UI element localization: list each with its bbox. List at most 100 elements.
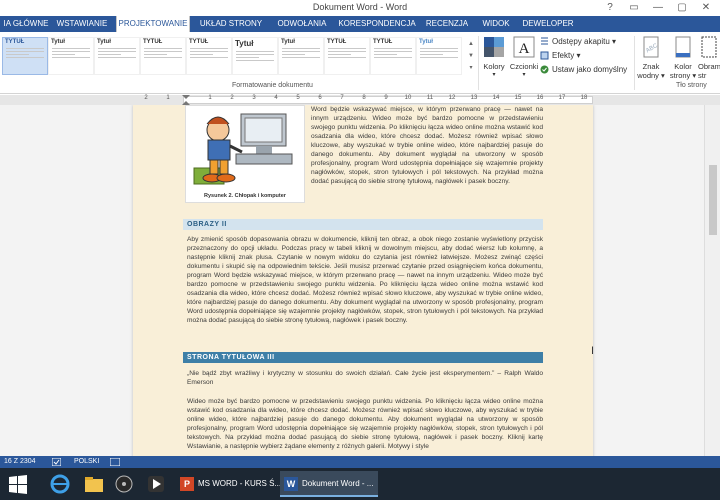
quote-paragraph[interactable]: „Nie bądź zbyt wrażliwy i krytyczny w st… <box>187 369 543 389</box>
tab-home[interactable]: IA GŁÓWNE <box>0 16 52 32</box>
ruler-number: 16 <box>536 95 544 101</box>
text-cursor-icon: I <box>591 345 595 357</box>
media-app-icon[interactable] <box>144 472 168 496</box>
minimize-button[interactable]: — <box>646 0 670 16</box>
tab-insert[interactable]: WSTAWIANIE <box>52 16 112 32</box>
style-gallery-item[interactable]: TYTUŁ <box>186 37 232 75</box>
kolory-button[interactable]: Kolory ▾ <box>480 36 508 80</box>
horizontal-ruler[interactable]: 2 1 1 2 3 4 5 6 7 8 9 10 11 12 13 14 15 … <box>0 95 720 105</box>
page-color-icon <box>675 36 691 58</box>
document-workspace[interactable]: Rysunek 2. Chłopak i komputer Word będzi… <box>0 105 720 456</box>
obramowanie-label: Obram str <box>698 62 720 80</box>
znak-wodny-label: Znak wodny ▾ <box>637 62 665 80</box>
group-label-formatowanie: Formatowanie dokumentu <box>232 82 313 89</box>
paragraph-strona-tytulowa[interactable]: Wideo może być bardzo pomocne w przedsta… <box>187 397 543 453</box>
ribbon-display-button[interactable]: ▭ <box>622 0 646 16</box>
status-bar: 16 Z 2304 POLSKI <box>0 456 720 468</box>
separator <box>634 36 635 90</box>
style-gallery-item[interactable]: TYTUŁ <box>140 37 186 75</box>
znak-wodny-button[interactable]: ABC Znak wodny ▾ <box>636 36 666 80</box>
style-gallery-item[interactable]: Tytuł <box>48 37 94 75</box>
taskbar-app-word[interactable]: W Dokument Word - ... <box>280 471 378 497</box>
ruler-number: 17 <box>558 95 566 101</box>
windows-start-icon[interactable] <box>6 472 30 496</box>
heading-obrazy[interactable]: OBRAZY II <box>183 219 543 230</box>
chevron-down-icon: ▾ <box>522 72 526 78</box>
style-gallery-item[interactable]: TYTUŁ <box>324 37 370 75</box>
boy-computer-illustration <box>193 113 293 185</box>
vertical-scrollbar[interactable] <box>704 105 720 456</box>
taskbar: P MS WORD - KURS Ś... W Dokument Word - … <box>0 468 720 500</box>
ruler-number: 1 <box>208 95 212 101</box>
ruler-number: 8 <box>362 95 366 101</box>
style-gallery-item[interactable]: TYTUŁ <box>370 37 416 75</box>
separator <box>478 36 479 90</box>
media-player-icon[interactable] <box>112 472 136 496</box>
effects-icon <box>540 51 549 60</box>
kolor-strony-button[interactable]: Kolor strony ▾ <box>668 36 698 80</box>
ruler-number: 12 <box>448 95 456 101</box>
ruler-number: 3 <box>252 95 256 101</box>
obramowanie-button[interactable]: Obram str <box>698 36 720 80</box>
ribbon-design: TYTUŁ Tytuł Tytuł TYTUŁ TYTUŁ Tytuł Tytu… <box>0 32 720 94</box>
proofing-icon[interactable] <box>52 458 61 466</box>
ruler-number: 1 <box>166 95 170 101</box>
document-page[interactable]: Rysunek 2. Chłopak i komputer Word będzi… <box>133 105 593 456</box>
file-explorer-icon[interactable] <box>82 472 106 496</box>
scrollbar-thumb[interactable] <box>709 165 717 235</box>
efekty-button[interactable]: Efekty ▾ <box>540 50 580 62</box>
kolor-strony-label: Kolor strony ▾ <box>669 62 697 80</box>
tab-review[interactable]: RECENZJA <box>422 16 472 32</box>
tab-layout[interactable]: UKŁAD STRONY <box>196 16 266 32</box>
ruler-number: 6 <box>318 95 322 101</box>
czcionki-button[interactable]: A Czcionki ▾ <box>508 36 540 80</box>
indent-marker-icon[interactable] <box>182 95 190 105</box>
ruler-number: 10 <box>404 95 412 101</box>
ruler-number: 5 <box>296 95 300 101</box>
style-gallery-item[interactable]: TYTUŁ <box>2 37 48 75</box>
chevron-down-icon: ▾ <box>492 72 496 78</box>
tab-references[interactable]: ODWOŁANIA <box>270 16 334 32</box>
font-icon: A <box>513 36 535 58</box>
ruler-number: 18 <box>580 95 588 101</box>
internet-explorer-icon[interactable] <box>48 472 72 496</box>
heading-strona-tytulowa[interactable]: STRONA TYTUŁOWA III <box>183 352 543 363</box>
figure-boy-computer[interactable]: Rysunek 2. Chłopak i komputer <box>185 105 305 203</box>
style-gallery-item[interactable]: Tytuł <box>278 37 324 75</box>
page-count[interactable]: 16 Z 2304 <box>4 456 36 468</box>
tab-design[interactable]: PROJEKTOWANIE <box>116 16 190 33</box>
kolory-label: Kolory <box>483 62 505 71</box>
style-gallery-item[interactable]: Tytuł <box>94 37 140 75</box>
tab-developer[interactable]: DEWELOPER <box>520 16 576 32</box>
style-gallery-item[interactable]: Tytuł <box>232 37 278 75</box>
ruler-number: 9 <box>384 95 388 101</box>
odstepy-button[interactable]: Odstępy akapitu ▾ <box>540 36 616 48</box>
maximize-button[interactable]: ▢ <box>670 0 694 16</box>
set-default-button[interactable]: Ustaw jako domyślny <box>540 64 627 76</box>
czcionki-label: Czcionki <box>509 62 539 71</box>
style-gallery-item[interactable]: Tytuł <box>416 37 462 75</box>
ruler-number: 4 <box>274 95 278 101</box>
language-indicator[interactable]: POLSKI <box>74 456 99 468</box>
tab-view[interactable]: WIDOK <box>476 16 516 32</box>
ruler-number: 15 <box>514 95 522 101</box>
ruler-number: 11 <box>426 95 434 101</box>
help-button[interactable]: ? <box>598 0 622 16</box>
close-button[interactable]: ✕ <box>694 0 718 16</box>
palette-icon <box>484 37 504 57</box>
word-icon: W <box>284 477 298 491</box>
title-bar: Dokument Word - Word ? ▭ — ▢ ✕ <box>0 0 720 16</box>
taskbar-app-powerpoint[interactable]: P MS WORD - KURS Ś... <box>176 471 281 497</box>
paragraph-obrazy[interactable]: Aby zmienić sposób dopasowania obrazu w … <box>187 235 543 347</box>
tab-mailings[interactable]: KORESPONDENCJA <box>336 16 418 32</box>
ruler-number: 14 <box>492 95 500 101</box>
spacing-icon <box>541 37 548 45</box>
ruler-number: 13 <box>470 95 478 101</box>
macro-icon[interactable] <box>110 458 120 466</box>
gallery-scroll[interactable]: ▲ ▼ ▾ <box>467 38 475 76</box>
ribbon-tabs: IA GŁÓWNE WSTAWIANIE PROJEKTOWANIE UKŁAD… <box>0 16 720 33</box>
watermark-icon: ABC <box>643 36 659 58</box>
svg-text:A: A <box>519 41 530 57</box>
paragraph-top[interactable]: Word będzie wskazywać miejsce, w którym … <box>311 105 543 211</box>
page-borders-icon <box>701 36 717 58</box>
